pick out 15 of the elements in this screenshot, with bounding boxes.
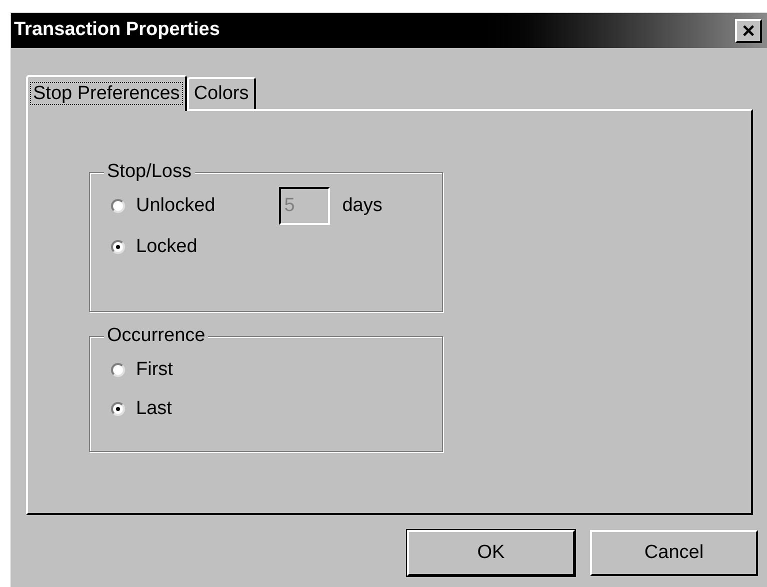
tab[interactable]: Colors: [186, 77, 256, 109]
dialog-button[interactable]: OK: [407, 530, 575, 576]
radio-option[interactable]: Unlocked: [111, 193, 216, 219]
radio-button[interactable]: [111, 199, 125, 213]
tab[interactable]: Stop Preferences: [26, 75, 187, 111]
window-title: Transaction Properties: [14, 18, 220, 42]
radio-button[interactable]: [111, 363, 125, 377]
unit-label: days: [342, 194, 382, 218]
radio-button[interactable]: [111, 240, 125, 254]
radio-option[interactable]: First: [111, 357, 173, 383]
dialog-button[interactable]: Cancel: [590, 530, 758, 576]
radio-option[interactable]: Locked: [111, 234, 198, 260]
radio-button[interactable]: [111, 402, 125, 416]
radio-option[interactable]: Last: [111, 396, 172, 422]
close-button[interactable]: ×: [735, 18, 762, 42]
